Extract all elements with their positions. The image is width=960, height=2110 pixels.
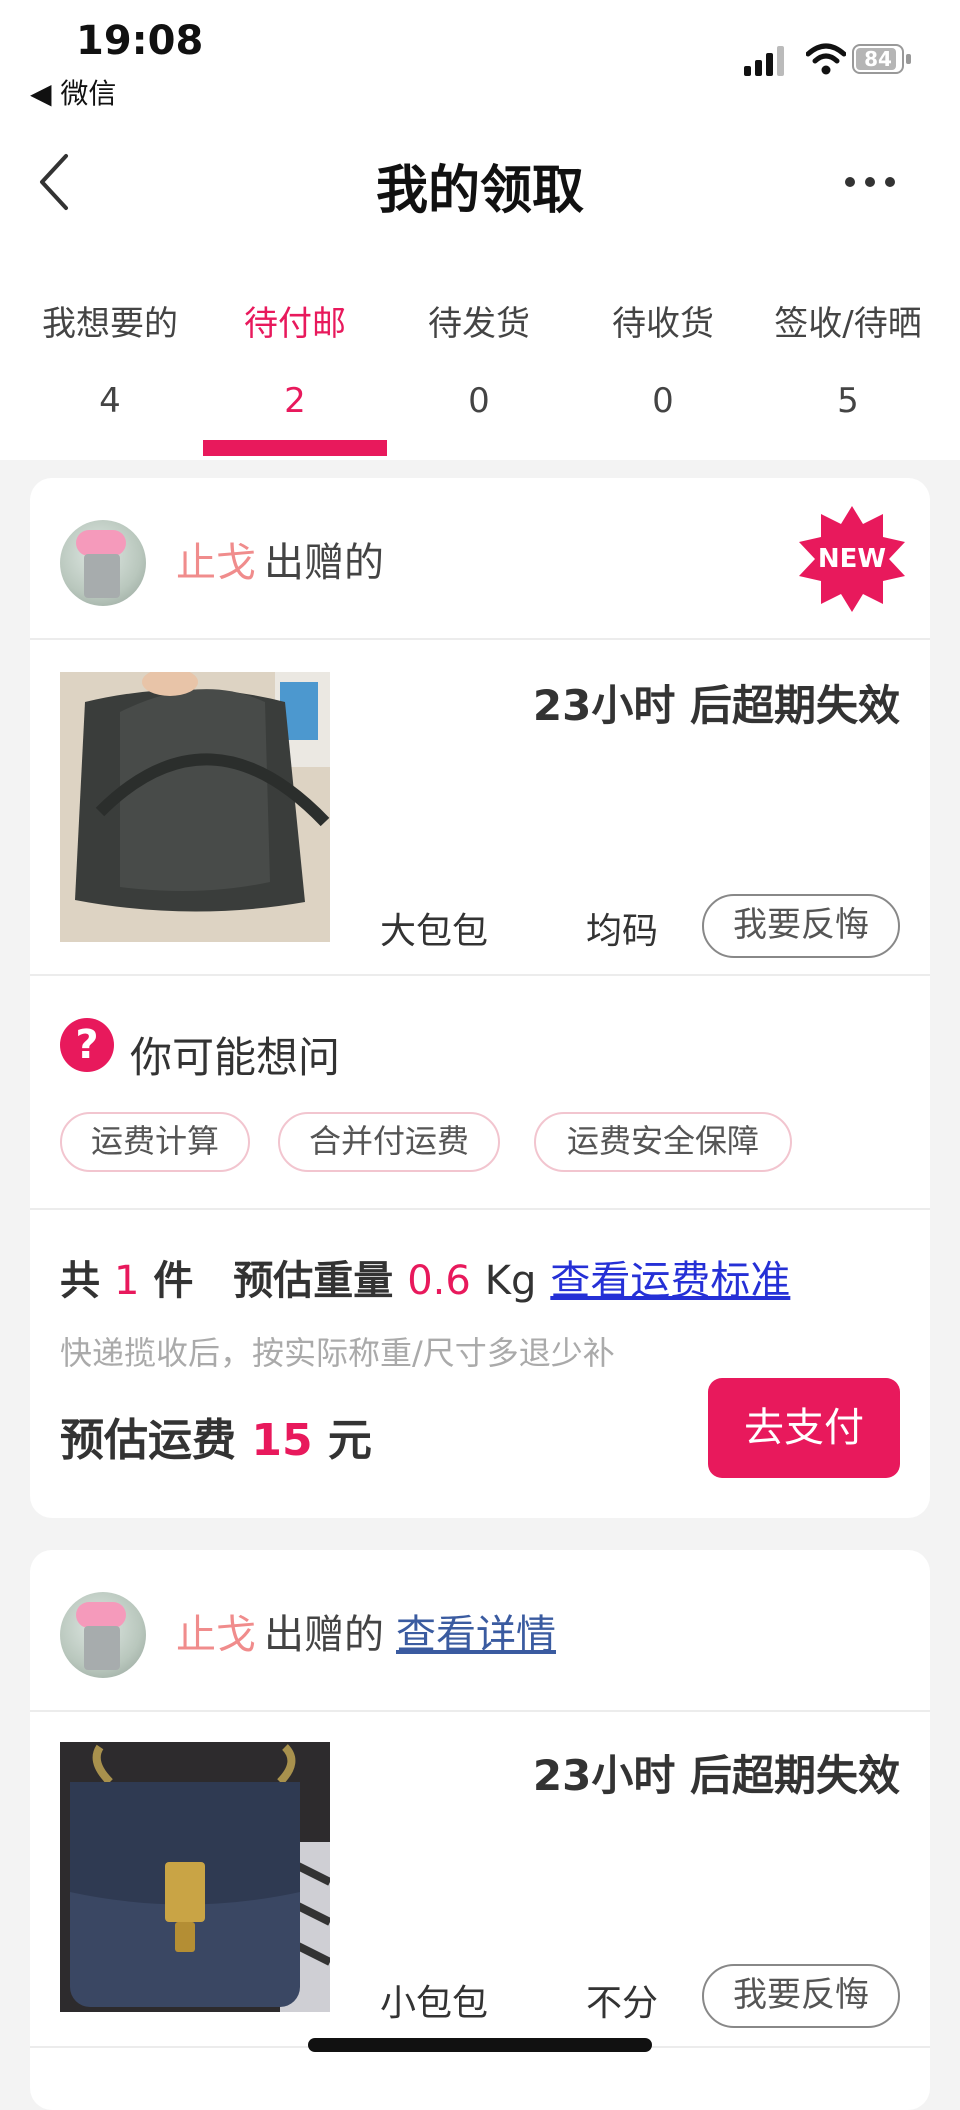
tab-count: 4 bbox=[99, 381, 121, 421]
battery-level: 84 bbox=[864, 47, 892, 71]
tab-label: 待发货 bbox=[428, 304, 530, 344]
seller-line: 止戈 出赠的 查看详情 bbox=[176, 1602, 556, 1660]
faq-chip-merge-shipping[interactable]: 合并付运费 bbox=[278, 1112, 500, 1172]
weight-value: 0.6 bbox=[407, 1258, 471, 1304]
status-time: 19:08 bbox=[76, 18, 204, 64]
shipping-standard-link[interactable]: 查看运费标准 bbox=[550, 1258, 790, 1304]
faq-title: 你可能想问 bbox=[130, 1033, 341, 1082]
expiry-countdown: 23小时 后超期失效 bbox=[532, 1751, 900, 1800]
pay-button[interactable]: 去支付 bbox=[708, 1378, 900, 1478]
weight-label: 预估重量 bbox=[233, 1258, 394, 1304]
avatar-vase bbox=[84, 554, 120, 598]
divider bbox=[30, 1710, 930, 1712]
faq-chip-shipping-calc[interactable]: 运费计算 bbox=[60, 1112, 250, 1172]
order-card: 止戈 出赠的 查看详情 23小时 后超期失效 小包包 不分 我要反悔 bbox=[30, 1550, 930, 2110]
tab-wanted[interactable]: 我想要的 4 bbox=[18, 296, 202, 421]
tab-pending-receipt[interactable]: 待收货 0 bbox=[571, 296, 755, 421]
divider bbox=[30, 638, 930, 640]
seller-name[interactable]: 止戈 bbox=[176, 540, 256, 586]
shipping-note: 快递揽收后，按实际称重/尺寸多退少补 bbox=[60, 1334, 615, 1372]
item-photo[interactable] bbox=[60, 672, 330, 942]
back-to-wechat[interactable]: ◀ 微信 bbox=[30, 72, 116, 112]
estimated-fee: 预估运费 15 元 bbox=[60, 1404, 372, 1468]
divider bbox=[30, 974, 930, 976]
tab-label: 待收货 bbox=[612, 304, 714, 344]
home-indicator[interactable] bbox=[308, 2038, 652, 2052]
seller-name[interactable]: 止戈 bbox=[176, 1612, 256, 1658]
weight-unit: Kg bbox=[484, 1258, 537, 1304]
count-suffix: 件 bbox=[153, 1258, 194, 1304]
item-size: 均码 bbox=[586, 911, 659, 952]
divider bbox=[30, 1208, 930, 1210]
tab-count: 5 bbox=[837, 381, 859, 421]
item-size: 不分 bbox=[586, 1983, 659, 2024]
question-icon: ? bbox=[60, 1018, 114, 1072]
regret-button[interactable]: 我要反悔 bbox=[702, 894, 900, 958]
avatar-flowers bbox=[76, 1602, 126, 1628]
new-badge-icon: NEW bbox=[797, 504, 907, 614]
order-summary: 共 1 件 预估重量 0.6 Kg 查看运费标准 bbox=[60, 1248, 790, 1306]
avatar-flowers bbox=[76, 530, 126, 556]
tab-count: 0 bbox=[652, 381, 674, 421]
count-prefix: 共 bbox=[60, 1258, 100, 1304]
tab-pending-shipment[interactable]: 待发货 0 bbox=[387, 296, 571, 421]
fee-unit: 元 bbox=[327, 1415, 372, 1466]
page-title: 我的领取 bbox=[375, 161, 584, 221]
order-card: 止戈 出赠的 NEW 23小时 后超期失效 大包包 均码 我要反悔 ? 你可能想问… bbox=[30, 478, 930, 1518]
tab-signed-review[interactable]: 签收/待晒 5 bbox=[756, 296, 940, 421]
new-badge-label: NEW bbox=[817, 544, 887, 574]
tab-label: 签收/待晒 bbox=[774, 304, 922, 344]
item-photo[interactable] bbox=[60, 1742, 330, 2012]
avatar-vase bbox=[84, 1626, 120, 1670]
wifi-icon bbox=[806, 43, 846, 75]
item-name: 大包包 bbox=[380, 911, 489, 952]
fee-amount: 15 bbox=[251, 1415, 313, 1466]
tab-label: 待付邮 bbox=[244, 304, 346, 344]
item-count: 1 bbox=[113, 1258, 140, 1304]
gift-label: 出赠的 bbox=[264, 1612, 384, 1658]
gift-label: 出赠的 bbox=[264, 540, 384, 586]
regret-button[interactable]: 我要反悔 bbox=[702, 1964, 900, 2028]
faq-chip-shipping-guarantee[interactable]: 运费安全保障 bbox=[534, 1112, 792, 1172]
more-icon[interactable] bbox=[844, 176, 896, 188]
active-tab-indicator bbox=[203, 440, 387, 456]
fee-label: 预估运费 bbox=[60, 1415, 236, 1466]
tab-count: 0 bbox=[468, 381, 490, 421]
tab-label: 我想要的 bbox=[42, 304, 178, 344]
tab-pending-postage[interactable]: 待付邮 2 bbox=[203, 296, 387, 421]
item-name: 小包包 bbox=[380, 1983, 489, 2024]
battery-icon: 84 bbox=[852, 44, 912, 76]
avatar[interactable] bbox=[60, 1592, 146, 1678]
seller-line: 止戈 出赠的 bbox=[176, 530, 384, 588]
signal-icon bbox=[744, 46, 784, 76]
expiry-countdown: 23小时 后超期失效 bbox=[532, 681, 900, 730]
tab-count: 2 bbox=[284, 381, 306, 421]
avatar[interactable] bbox=[60, 520, 146, 606]
view-details-link[interactable]: 查看详情 bbox=[396, 1612, 556, 1658]
